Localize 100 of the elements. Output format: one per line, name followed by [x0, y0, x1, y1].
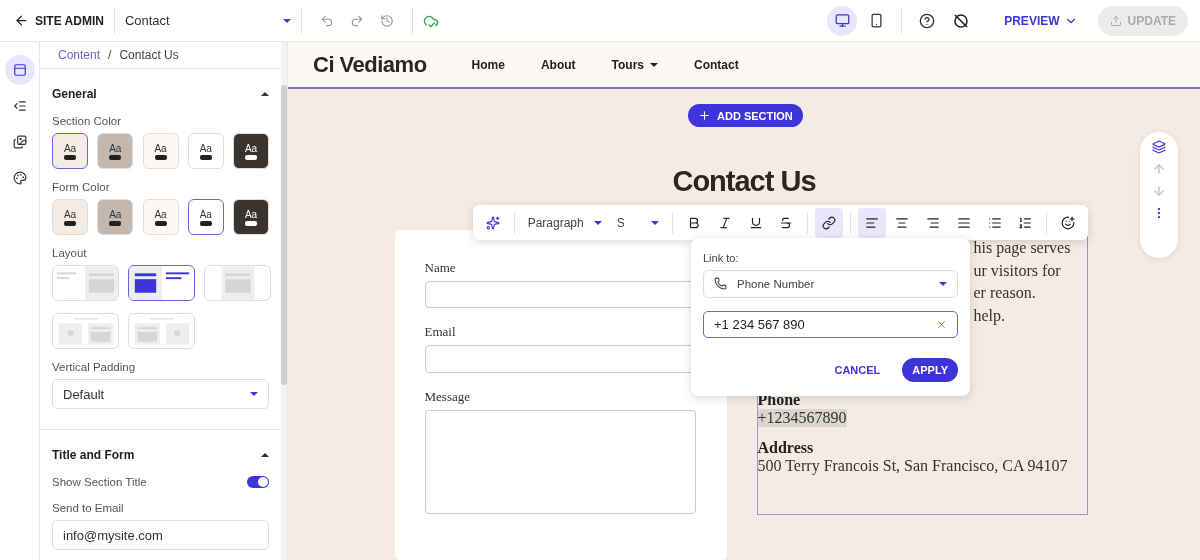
list-icon — [12, 99, 27, 113]
color-swatch[interactable]: Aa — [187, 199, 224, 236]
emoji-icon — [1061, 215, 1076, 230]
message-field[interactable] — [424, 409, 696, 514]
bold-icon — [687, 215, 702, 230]
toggle-switch[interactable] — [247, 476, 269, 488]
site-logo: Ci Vediamo — [313, 51, 427, 78]
color-swatch[interactable]: Aa — [97, 199, 134, 236]
address-text: 500 Terry Francois St, San Francisco, CA 94107 — [757, 457, 1069, 475]
device-toggle[interactable] — [827, 5, 858, 36]
link-type-select[interactable]: Phone Number — [703, 270, 958, 298]
field-label: Send to Email — [52, 502, 125, 514]
align-left-icon — [864, 215, 879, 230]
phone-number: +1234567890 — [757, 409, 847, 427]
caret-icon — [261, 92, 269, 97]
caret-icon — [939, 281, 947, 286]
dots-icon — [64, 154, 76, 160]
link-field[interactable]: +1 234 567 890 — [703, 310, 958, 338]
format-button[interactable] — [815, 207, 843, 238]
cancel-button[interactable]: CANCEL — [828, 363, 887, 377]
rail-button[interactable] — [4, 55, 35, 85]
form-label: Name — [424, 260, 457, 276]
paragraph-line: er reason. — [973, 283, 1037, 303]
field-label: Show Section Title — [52, 476, 147, 488]
phone-icon — [714, 277, 727, 291]
palette-icon — [12, 171, 27, 185]
page-select[interactable]: Contact — [124, 13, 291, 28]
align-right-icon — [926, 215, 941, 230]
color-swatch[interactable]: Aa — [52, 199, 88, 236]
dots-icon — [245, 220, 257, 226]
field-label: Section Color — [52, 115, 123, 128]
dots-icon — [154, 220, 167, 226]
numbered-list-icon — [1018, 215, 1033, 230]
history-icon — [379, 13, 394, 28]
underline-icon — [748, 215, 763, 230]
back-button[interactable]: SITE ADMIN — [14, 13, 104, 28]
sparkles-icon — [485, 215, 500, 230]
size-select[interactable]: S — [610, 215, 666, 230]
dots-icon — [64, 220, 76, 226]
breadcrumb-current: Contact Us — [119, 48, 179, 63]
align-justify-icon — [956, 215, 971, 230]
strikethrough-icon — [779, 215, 794, 230]
dots-icon — [154, 154, 167, 160]
breadcrumb-separator: / — [108, 48, 112, 63]
caret-icon — [651, 220, 660, 225]
address-heading: Address — [757, 439, 815, 457]
nav-link[interactable]: Tours — [611, 57, 659, 72]
link-icon — [821, 215, 836, 230]
nav-link[interactable]: Contact — [694, 57, 739, 72]
italic-icon — [717, 215, 732, 230]
section-header[interactable]: General — [52, 87, 269, 102]
color-swatch[interactable]: Aa — [233, 199, 269, 236]
align-center-icon — [895, 215, 910, 230]
paragraph-line: help. — [973, 305, 1007, 327]
images-icon — [12, 135, 27, 149]
layers-icon — [1152, 140, 1166, 154]
add-section-button[interactable]: ADD SECTION — [688, 104, 803, 127]
redo-icon — [349, 13, 364, 28]
paragraph-line: ur visitors for — [973, 260, 1062, 281]
dots-icon — [199, 154, 212, 160]
color-swatch[interactable]: Aa — [233, 133, 269, 170]
form-label: Message — [424, 388, 471, 405]
help-icon — [919, 12, 936, 29]
padding-select[interactable]: Default — [52, 379, 269, 410]
dots-icon — [109, 154, 122, 160]
nav-link[interactable]: About — [540, 57, 576, 72]
layout-option[interactable] — [128, 265, 195, 302]
dots-icon — [245, 154, 257, 160]
block-type-select[interactable]: Paragraph — [521, 215, 608, 230]
popover-label: Link to: — [703, 252, 740, 264]
caret-icon — [650, 62, 659, 67]
caret-icon — [261, 453, 269, 457]
field-label: Vertical Padding — [52, 361, 137, 374]
apply-button[interactable]: APPLY — [902, 358, 958, 382]
undo-icon — [319, 13, 334, 28]
upload-icon — [1109, 14, 1122, 27]
caret-icon — [282, 18, 291, 23]
caret-icon — [593, 220, 602, 225]
email-field[interactable]: info@mysite.com — [52, 520, 269, 550]
preview-button[interactable]: PREVIEW — [998, 12, 1084, 29]
section-title: Contact Us — [672, 165, 816, 198]
smartphone-icon — [868, 13, 884, 28]
arrow-up-icon — [1152, 162, 1166, 176]
dots-icon — [109, 220, 122, 226]
section-header[interactable]: Title and Form — [52, 448, 269, 462]
monitor-icon — [834, 13, 850, 28]
color-swatch[interactable]: Aa — [142, 133, 179, 170]
color-swatch[interactable]: Aa — [142, 199, 179, 236]
field-label: Layout — [52, 247, 88, 260]
arrow-down-icon — [1152, 184, 1166, 198]
nav-link[interactable]: Home — [471, 57, 505, 72]
bullet-list-icon — [987, 215, 1002, 230]
layout-icon — [12, 63, 27, 77]
plus-icon — [698, 109, 711, 122]
color-swatch[interactable]: Aa — [52, 133, 88, 170]
paragraph-line: his page serves — [973, 238, 1072, 259]
color-swatch[interactable]: Aa — [97, 133, 134, 170]
caret-icon — [250, 392, 258, 397]
color-swatch[interactable]: Aa — [187, 133, 224, 170]
breadcrumb-link[interactable]: Content — [58, 48, 101, 63]
